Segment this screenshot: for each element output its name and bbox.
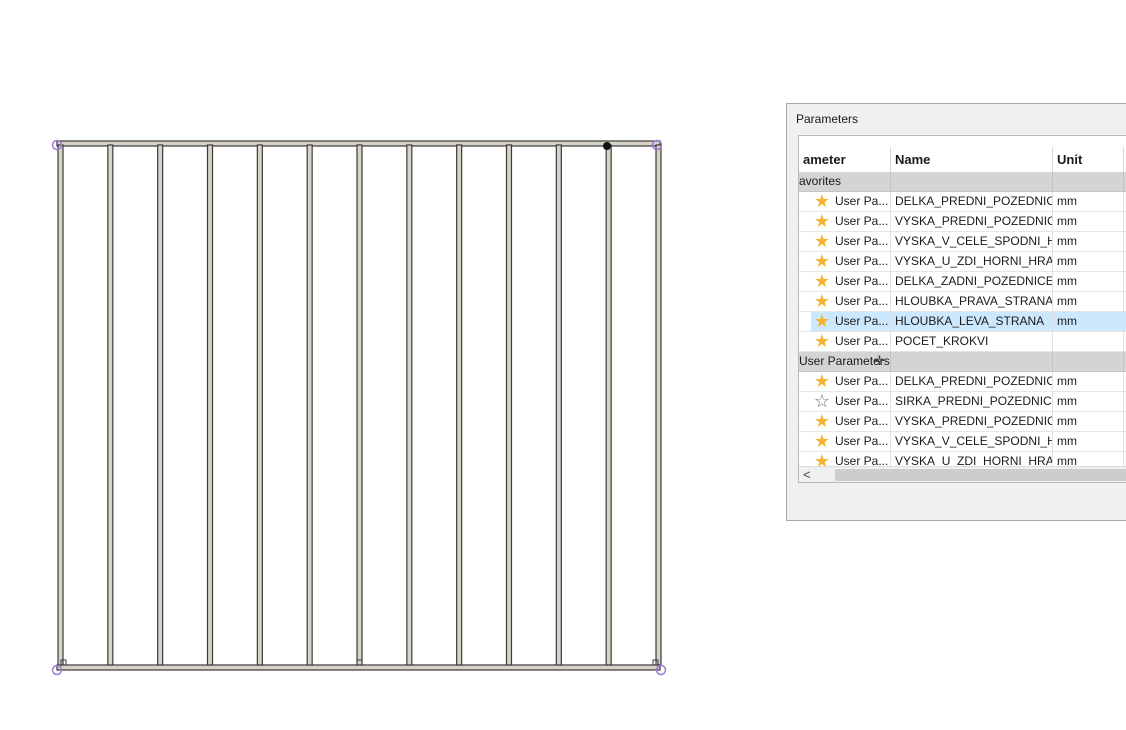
cell-unit xyxy=(1053,332,1124,351)
table-row[interactable]: User Pa... POCET_KROKVI ★ xyxy=(799,332,1126,352)
group-cell xyxy=(1053,352,1124,371)
column-header-parameter[interactable]: ameter xyxy=(799,147,891,172)
parameters-table: ameter Name Unit avorites User Pa... DELKA… xyxy=(798,135,1126,483)
star-outline-icon[interactable]: ☆ xyxy=(812,392,832,412)
rafter-8[interactable] xyxy=(406,144,413,666)
table-row[interactable]: User Pa...VYSKA_V_CELE_SPODNI_HR...mm★ xyxy=(799,432,1126,452)
cell-unit: mm xyxy=(1053,272,1124,291)
table-row[interactable]: User Pa... HLOUBKA_LEVA_STRANA mm ★ xyxy=(799,312,1126,332)
rafter-2[interactable] xyxy=(107,144,114,666)
star-filled-icon[interactable]: ★ xyxy=(812,212,832,232)
star-filled-icon[interactable]: ★ xyxy=(812,372,832,392)
scroll-left-arrow-icon[interactable]: < xyxy=(803,467,811,482)
cad-viewport[interactable] xyxy=(0,0,720,730)
cell-name: HLOUBKA_PRAVA_STRANA xyxy=(891,292,1053,311)
rafter-13[interactable] xyxy=(655,144,662,666)
table-row[interactable]: User Pa... DELKA_PREDNI_POZEDNICE mm ★ xyxy=(799,372,1126,392)
star-filled-icon[interactable]: ★ xyxy=(812,412,832,432)
cell-name: SIRKA_PREDNI_POZEDNICE xyxy=(891,392,1053,411)
cell-name: DELKA_ZADNI_POZEDNICE xyxy=(891,272,1053,291)
table-row[interactable]: User Pa...VYSKA_V_CELE_SPODNI_HR...mm★ xyxy=(799,232,1126,252)
cell-name: VYSKA_V_CELE_SPODNI_HR... xyxy=(891,432,1053,451)
table-row[interactable]: User Pa... VYSKA_PREDNI_POZEDNICE mm ★ xyxy=(799,212,1126,232)
rafter-10[interactable] xyxy=(505,144,513,666)
group-cell xyxy=(891,172,1053,191)
table-row[interactable]: User Pa... DELKA_PREDNI_POZEDNICE mm ★ xyxy=(799,192,1126,212)
cell-name: DELKA_PREDNI_POZEDNICE xyxy=(891,192,1053,211)
scrollbar-thumb[interactable] xyxy=(835,469,1126,481)
panel-title: Parameters xyxy=(796,112,859,126)
star-filled-icon[interactable]: ★ xyxy=(812,192,832,212)
table-row[interactable]: User Pa... VYSKA_PREDNI_POZEDNICE mm ★ xyxy=(799,412,1126,432)
table-row[interactable]: User Pa... VYSKA_U_ZDI_HORNI_HRA... mm ★ xyxy=(799,252,1126,272)
star-filled-icon[interactable]: ★ xyxy=(812,292,832,312)
cell-name: HLOUBKA_LEVA_STRANA xyxy=(891,312,1053,331)
cell-unit: mm xyxy=(1053,252,1124,271)
cell-unit: mm xyxy=(1053,392,1124,411)
group-label: avorites xyxy=(799,172,891,191)
rafter-12[interactable] xyxy=(605,144,612,666)
table-row[interactable]: User Pa... HLOUBKA_PRAVA_STRANA mm ★ xyxy=(799,292,1126,312)
group-cell xyxy=(891,352,1053,371)
cell-unit: mm xyxy=(1053,372,1124,391)
horizontal-scrollbar[interactable]: < xyxy=(799,466,1126,482)
cell-name: VYSKA_U_ZDI_HORNI_HRA... xyxy=(891,252,1053,271)
cell-name: POCET_KROKVI xyxy=(891,332,1053,351)
cell-unit: mm xyxy=(1053,412,1124,431)
star-filled-icon[interactable]: ★ xyxy=(812,432,832,452)
star-filled-icon[interactable]: ★ xyxy=(812,312,832,332)
star-filled-icon[interactable]: ★ xyxy=(812,272,832,292)
rafter-9[interactable] xyxy=(456,144,463,666)
rafter-1[interactable] xyxy=(57,144,64,666)
column-header-unit[interactable]: Unit xyxy=(1053,147,1124,172)
star-filled-icon[interactable]: ★ xyxy=(812,252,832,272)
cell-name: VYSKA_PREDNI_POZEDNICE xyxy=(891,212,1053,231)
rafter-4[interactable] xyxy=(206,144,214,666)
star-filled-icon[interactable]: ★ xyxy=(812,232,832,252)
cell-name: DELKA_PREDNI_POZEDNICE xyxy=(891,372,1053,391)
cell-unit: mm xyxy=(1053,212,1124,231)
move-cursor-icon: ✛ xyxy=(874,353,885,368)
cell-unit: mm xyxy=(1053,292,1124,311)
cell-unit: mm xyxy=(1053,312,1124,331)
cell-name: VYSKA_PREDNI_POZEDNICE xyxy=(891,412,1053,431)
cell-unit: mm xyxy=(1053,232,1124,251)
group-row[interactable]: avorites xyxy=(799,172,1126,192)
rafter-7[interactable] xyxy=(356,144,363,666)
table-row[interactable]: User Pa... SIRKA_PREDNI_POZEDNICE mm ☆ xyxy=(799,392,1126,412)
cell-unit: mm xyxy=(1053,192,1124,211)
cell-unit: mm xyxy=(1053,432,1124,451)
group-cell xyxy=(1053,172,1124,191)
rafter-11[interactable] xyxy=(555,144,562,666)
table-header: ameter Name Unit xyxy=(799,147,1126,173)
rafter-3[interactable] xyxy=(157,144,164,666)
table-row[interactable]: User Pa... DELKA_ZADNI_POZEDNICE mm ★ xyxy=(799,272,1126,292)
parameters-panel: Parameters ameter Name Unit avorites User… xyxy=(786,103,1126,521)
bottom-beam[interactable] xyxy=(56,664,661,671)
column-header-name[interactable]: Name xyxy=(891,147,1053,172)
sketch-point[interactable] xyxy=(603,142,611,150)
star-filled-icon[interactable]: ★ xyxy=(812,332,832,352)
rafter-5[interactable] xyxy=(256,144,263,666)
rafter-6[interactable] xyxy=(306,144,313,666)
group-row[interactable]: User Parameters ✛ xyxy=(799,352,1126,372)
cell-name: VYSKA_V_CELE_SPODNI_HR... xyxy=(891,232,1053,251)
